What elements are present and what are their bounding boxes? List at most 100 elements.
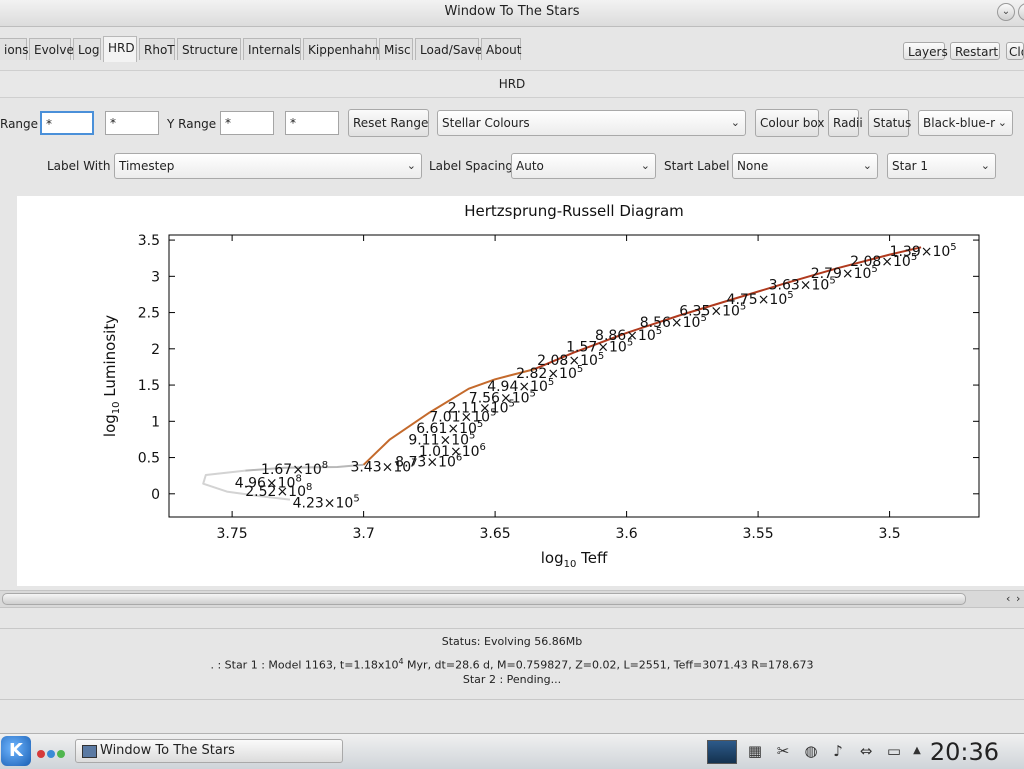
scissors-icon[interactable]: ✂: [772, 740, 794, 762]
y-range-label: Y Range: [167, 117, 217, 131]
tab-evolve[interactable]: Evolve: [29, 38, 74, 60]
volume-icon[interactable]: ♪: [827, 740, 849, 762]
expand-tray-icon[interactable]: ▲: [910, 740, 924, 762]
chevron-down-icon: ⌄: [862, 159, 872, 172]
x-min-input[interactable]: *: [40, 111, 94, 135]
main-tab-bar: ions Evolve Log HRD RhoT Structure Inter…: [0, 36, 1024, 62]
red-dot-icon[interactable]: [37, 750, 45, 758]
task-title: Window To The Stars: [100, 743, 235, 758]
label-with-select[interactable]: Timestep ⌄: [114, 153, 422, 179]
palette-select[interactable]: Black-blue-r ⌄: [918, 110, 1013, 136]
panel-title: HRD: [498, 77, 526, 91]
x-tick-label: 3.6: [615, 526, 637, 542]
colour-box-button[interactable]: Colour box: [755, 109, 824, 137]
chevron-down-icon: ⌄: [980, 159, 990, 172]
star-select[interactable]: Star 1 ⌄: [887, 153, 996, 179]
taskbar: K Window To The Stars ▦ ✂ ◍ ♪ ⇔ ▭ ▲ 20:3…: [0, 733, 1024, 769]
x-range-label: Range: [0, 117, 39, 131]
tab-load-save[interactable]: Load/Save: [415, 38, 482, 60]
tab-rhot[interactable]: RhoT: [139, 38, 175, 60]
tab-internals[interactable]: Internals: [243, 38, 301, 60]
clock[interactable]: 20:36: [930, 738, 999, 766]
tab-about[interactable]: About: [481, 38, 521, 60]
colour-scheme-value: Stellar Colours: [442, 116, 530, 130]
x-tick-label: 3.55: [743, 526, 774, 542]
y-tick-label: 0.5: [138, 451, 160, 467]
status-line-2-prefix: . : Star 1 : Model 1163, t=1.18x10: [210, 658, 399, 672]
tab-structure[interactable]: Structure: [177, 38, 241, 60]
status-line-3: Star 2 : Pending...: [462, 673, 562, 686]
label-spacing-value: Auto: [516, 159, 544, 173]
green-dot-icon[interactable]: [57, 750, 65, 758]
status-button[interactable]: Status: [868, 109, 911, 137]
y-axis-label: log10 Luminosity: [101, 315, 122, 437]
x-axis-label: log10 Teff: [541, 549, 608, 570]
y-tick-label: 3.5: [138, 233, 160, 249]
scrollbar-handle[interactable]: [2, 593, 966, 605]
colour-scheme-select[interactable]: Stellar Colours ⌄: [437, 110, 746, 136]
monitor-icon[interactable]: [707, 740, 737, 764]
x-max-input[interactable]: *: [105, 111, 159, 135]
x-tick-label: 3.7: [352, 526, 374, 542]
hrd-plot-area[interactable]: Hertzsprung-Russell Diagram 3.75 3.7 3.65 3…: [17, 196, 1024, 586]
connection-icon[interactable]: ⇔: [855, 740, 877, 762]
y-max-input[interactable]: *: [285, 111, 339, 135]
annotation-group: 1.67×108 3.43×1074.96×1082.52×1084.23×105…: [235, 242, 957, 512]
y-tick-label: 2.5: [138, 306, 160, 322]
tab-options[interactable]: ions: [0, 38, 29, 60]
star-select-value: Star 1: [892, 159, 929, 173]
reset-range-button[interactable]: Reset Range: [348, 109, 429, 137]
display-icon[interactable]: ▭: [883, 740, 905, 762]
timestep-label: 4.23×105: [293, 494, 360, 512]
y-tick-label: 1.5: [138, 378, 160, 394]
x-tick-label: 3.65: [480, 526, 511, 542]
close-button[interactable]: Clo: [1006, 42, 1024, 60]
palette-value: Black-blue-r: [923, 116, 995, 130]
task-window-to-the-stars[interactable]: Window To The Stars: [75, 739, 343, 763]
window-titlebar: Window To The Stars ⌄: [0, 0, 1024, 27]
start-label-value: None: [737, 159, 769, 173]
scroll-left-icon[interactable]: ‹: [1006, 592, 1010, 605]
start-label-label: Start Label: [664, 159, 730, 173]
minimize-chevron-icon[interactable]: ⌄: [997, 3, 1015, 21]
scroll-right-icon[interactable]: ›: [1016, 592, 1020, 605]
label-spacing-label: Label Spacing: [429, 159, 513, 173]
blue-dot-icon[interactable]: [47, 750, 55, 758]
y-tick-label: 2: [151, 342, 160, 358]
status-line-1: Status: Evolving 56.86Mb: [441, 635, 583, 648]
chart-title: Hertzsprung-Russell Diagram: [464, 202, 684, 220]
label-with-value: Timestep: [119, 159, 175, 173]
radii-button[interactable]: Radii: [828, 109, 863, 137]
panel-header: HRD: [0, 70, 1024, 98]
status-line-2: . : Star 1 : Model 1163, t=1.18x104 Myr,…: [0, 657, 1024, 672]
status-area: Status: Evolving 56.86Mb . : Star 1 : Mo…: [0, 628, 1024, 700]
restart-button[interactable]: Restart: [950, 42, 1000, 60]
app-window-icon: [82, 745, 97, 758]
tab-kippenhahn[interactable]: Kippenhahn: [303, 38, 380, 60]
chevron-down-icon: ⌄: [406, 159, 416, 172]
y-tick-label: 0: [151, 487, 160, 503]
layers-button[interactable]: Layers: [903, 42, 948, 60]
network-icon[interactable]: ▦: [744, 740, 766, 762]
tab-misc[interactable]: Misc: [379, 38, 413, 60]
window-title: Window To The Stars: [444, 4, 580, 19]
horizontal-scrollbar[interactable]: ‹ ›: [0, 590, 1024, 608]
chevron-down-icon: ⌄: [640, 159, 650, 172]
y-min-input[interactable]: *: [220, 111, 274, 135]
status-line-2-suffix: Myr, dt=28.6 d, M=0.759827, Z=0.02, L=25…: [403, 658, 814, 672]
chevron-down-icon: ⌄: [730, 116, 740, 129]
tab-log[interactable]: Log: [73, 38, 101, 60]
y-tick-label: 3: [151, 269, 160, 285]
x-tick-label: 3.5: [878, 526, 900, 542]
label-spacing-select[interactable]: Auto ⌄: [511, 153, 656, 179]
start-label-select[interactable]: None ⌄: [732, 153, 878, 179]
x-tick-label: 3.75: [217, 526, 248, 542]
chevron-down-icon: ⌄: [997, 116, 1007, 129]
label-with-label: Label With: [47, 159, 111, 173]
hrd-chart: Hertzsprung-Russell Diagram 3.75 3.7 3.65 3…: [101, 202, 980, 570]
timestep-label: 1.39×105: [890, 242, 957, 260]
tab-hrd[interactable]: HRD: [103, 36, 137, 62]
globe-icon[interactable]: ◍: [800, 740, 822, 762]
kde-menu-icon[interactable]: K: [1, 736, 31, 766]
y-tick-label: 1: [151, 414, 160, 430]
